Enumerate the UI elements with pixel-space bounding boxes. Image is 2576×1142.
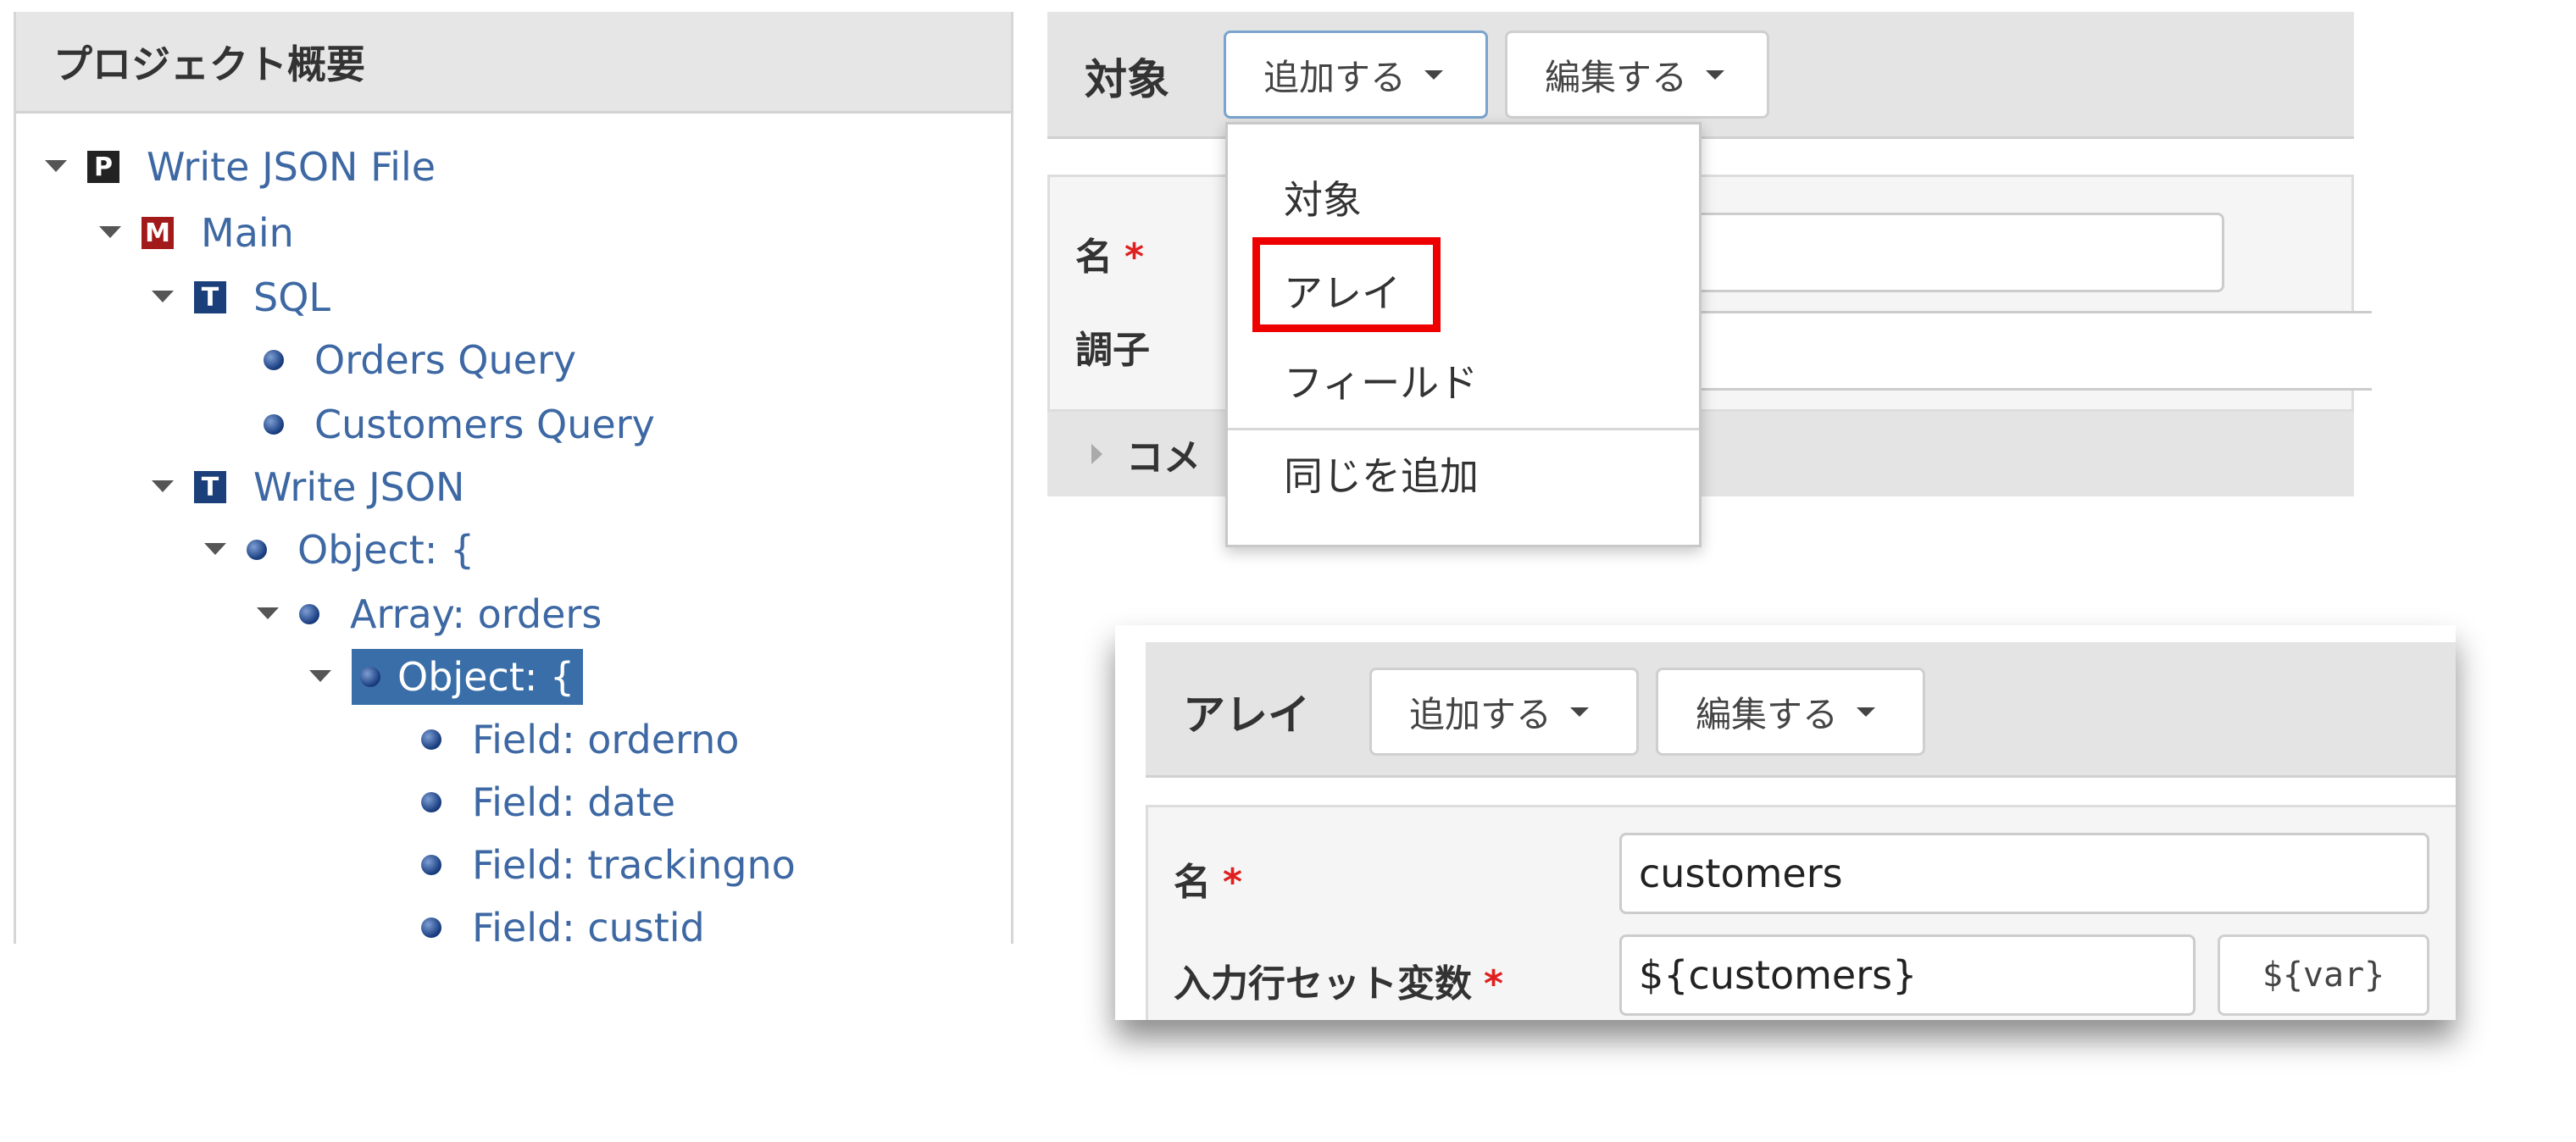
- add-dropdown-menu: 対象 アレイ フィールド 同じを追加: [1225, 122, 1702, 547]
- caret-down-icon: [1857, 707, 1876, 717]
- step-bullet-icon: [421, 855, 441, 875]
- collapse-caret-icon[interactable]: [306, 662, 336, 692]
- edit-dropdown-button[interactable]: 編集する: [1505, 30, 1769, 119]
- name-input[interactable]: customers: [1619, 833, 2429, 914]
- selected-node-text: Object: {: [397, 654, 575, 700]
- tree-node-object-selected[interactable]: Object: {: [306, 647, 584, 707]
- collapse-caret-icon[interactable]: [201, 535, 231, 565]
- required-mark: *: [1124, 236, 1145, 279]
- add-dropdown-button[interactable]: 追加する: [1369, 668, 1639, 756]
- rowset-variable-label: 入力行セット変数 *: [1174, 962, 1504, 1006]
- rowset-variable-input[interactable]: ${customers}: [1619, 934, 2196, 1016]
- tree-node-sql[interactable]: T SQL: [148, 268, 339, 327]
- array-form: 名 * customers 入力行セット変数 * ${customers} ${va…: [1146, 805, 2456, 1020]
- add-dropdown-button[interactable]: 追加する: [1224, 30, 1488, 119]
- tree-node-array-orders[interactable]: Array: orders: [253, 585, 610, 644]
- tree-node-label[interactable]: Field: trackingno: [464, 837, 804, 893]
- step-bullet-icon: [264, 350, 284, 370]
- tree-node-label[interactable]: Array: orders: [341, 586, 610, 642]
- tree-node-object-root[interactable]: Object: {: [201, 520, 483, 579]
- tree-node-label[interactable]: Field: orderno: [464, 712, 747, 768]
- collapse-caret-icon[interactable]: [96, 218, 126, 248]
- array-editor: アレイ 追加する 編集する 名 * customers 入力行セット変数 * ${c…: [1115, 625, 2456, 1020]
- edit-button-label: 編集する: [1696, 693, 1839, 735]
- tree-node-label[interactable]: Write JSON File: [138, 139, 444, 195]
- required-mark: *: [1223, 861, 1243, 904]
- step-bullet-icon: [247, 540, 267, 560]
- object-toolbar: 対象 追加する 編集する: [1047, 12, 2354, 139]
- tree-node-write-json-file[interactable]: P Write JSON File: [42, 137, 444, 197]
- collapse-caret-icon[interactable]: [253, 599, 284, 629]
- insert-variable-button[interactable]: ${var}: [2218, 934, 2429, 1016]
- name-label: 名 *: [1075, 236, 1145, 279]
- step-bullet-icon: [299, 604, 319, 624]
- caret-down-icon: [1706, 69, 1725, 80]
- tree-node-write-json[interactable]: T Write JSON: [148, 457, 473, 517]
- tree-node-label[interactable]: Write JSON: [245, 459, 473, 515]
- tree-node-label[interactable]: SQL: [245, 269, 339, 325]
- expand-caret-icon: [1091, 444, 1102, 464]
- tree-node-orders-query[interactable]: Orders Query: [264, 330, 585, 390]
- tree-node-label[interactable]: Object: {: [289, 522, 483, 578]
- collapse-caret-icon[interactable]: [148, 282, 179, 313]
- menu-item-object[interactable]: 対象: [1228, 158, 1699, 236]
- tree-node-field-custid[interactable]: Field: custid: [421, 898, 713, 957]
- menu-item-add-same[interactable]: 同じを追加: [1228, 435, 1699, 513]
- step-bullet-icon: [421, 729, 441, 750]
- tree-node-label[interactable]: Orders Query: [306, 332, 585, 388]
- array-toolbar: アレイ 追加する 編集する: [1146, 642, 2456, 778]
- step-bullet-icon: [421, 917, 441, 938]
- add-button-label: 追加する: [1409, 693, 1552, 735]
- tree-node-customers-query[interactable]: Customers Query: [264, 395, 663, 454]
- caret-down-icon: [1570, 707, 1590, 717]
- highlight-annotation-box: [1252, 237, 1441, 332]
- module-icon: M: [142, 217, 174, 249]
- tree-node-field-trackingno[interactable]: Field: trackingno: [421, 835, 804, 895]
- menu-item-field[interactable]: フィールド: [1228, 341, 1699, 419]
- tree-node-label[interactable]: Customers Query: [306, 396, 663, 452]
- add-button-label: 追加する: [1263, 56, 1407, 98]
- tree-node-label[interactable]: Field: date: [464, 774, 684, 830]
- edit-button-label: 編集する: [1545, 56, 1688, 98]
- tree-node-field-orderno[interactable]: Field: orderno: [421, 710, 747, 769]
- name-label: 名 *: [1174, 861, 1243, 904]
- menu-divider: [1228, 428, 1699, 430]
- task-icon: T: [194, 471, 226, 503]
- edit-dropdown-button[interactable]: 編集する: [1656, 668, 1925, 756]
- comment-label: コメ: [1126, 436, 1201, 480]
- tree-node-label[interactable]: Field: custid: [464, 900, 713, 956]
- tree-node-main[interactable]: M Main: [96, 203, 303, 263]
- task-icon: T: [194, 281, 226, 313]
- required-mark: *: [1484, 962, 1504, 1006]
- panel-title: プロジェクト概要: [16, 12, 1011, 114]
- type-label: 調子: [1075, 329, 1150, 372]
- step-bullet-icon: [264, 414, 284, 435]
- collapse-caret-icon[interactable]: [148, 472, 179, 502]
- project-icon: P: [87, 151, 119, 183]
- collapse-caret-icon[interactable]: [42, 152, 72, 182]
- caret-down-icon: [1424, 69, 1444, 80]
- editor-title: アレイ: [1183, 690, 1310, 740]
- editor-title: 対象: [1085, 55, 1169, 104]
- tree-node-label[interactable]: Object: {: [352, 649, 584, 705]
- tree-node-field-date[interactable]: Field: date: [421, 773, 684, 832]
- step-bullet-icon: [421, 792, 441, 812]
- step-bullet-icon: [360, 667, 380, 687]
- project-overview-panel: プロジェクト概要 P Write JSON File M Main T SQL …: [14, 12, 1013, 951]
- tree-node-label[interactable]: Main: [192, 205, 303, 261]
